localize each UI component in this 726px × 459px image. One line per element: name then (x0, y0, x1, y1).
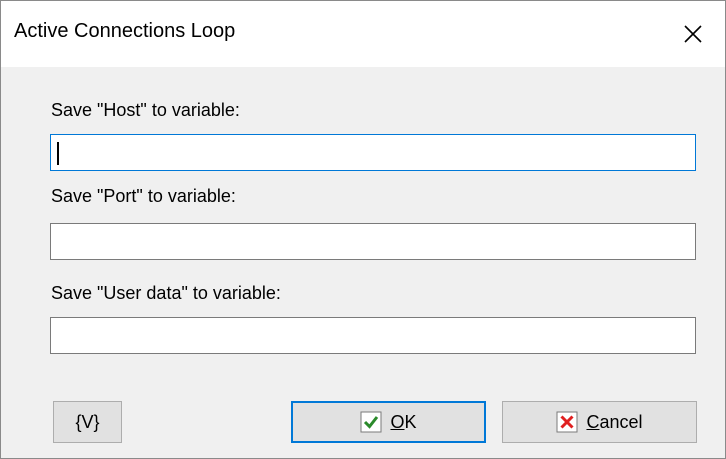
host-variable-input[interactable] (50, 134, 696, 171)
ok-button-label: OK (390, 411, 417, 432)
close-button[interactable] (661, 1, 725, 67)
cancel-button-label: Cancel (586, 411, 643, 432)
port-variable-input[interactable] (50, 223, 696, 260)
port-variable-label: Save "Port" to variable: (51, 186, 236, 206)
user-data-variable-input[interactable] (50, 317, 696, 354)
cancel-button[interactable]: Cancel (502, 401, 697, 443)
checkmark-icon (360, 411, 382, 433)
host-variable-label: Save "Host" to variable: (51, 100, 240, 120)
title-bar[interactable]: Active Connections Loop (1, 1, 725, 67)
ok-button[interactable]: OK (291, 401, 486, 443)
close-icon (684, 25, 702, 43)
red-x-icon (556, 411, 578, 433)
variables-button-label: {V} (75, 411, 100, 432)
text-caret (57, 142, 59, 165)
dialog-window: Active Connections Loop Save "Host" to v… (0, 0, 726, 459)
variables-button[interactable]: {V} (53, 401, 122, 443)
dialog-title: Active Connections Loop (14, 20, 236, 42)
user-data-variable-label: Save "User data" to variable: (51, 283, 281, 303)
